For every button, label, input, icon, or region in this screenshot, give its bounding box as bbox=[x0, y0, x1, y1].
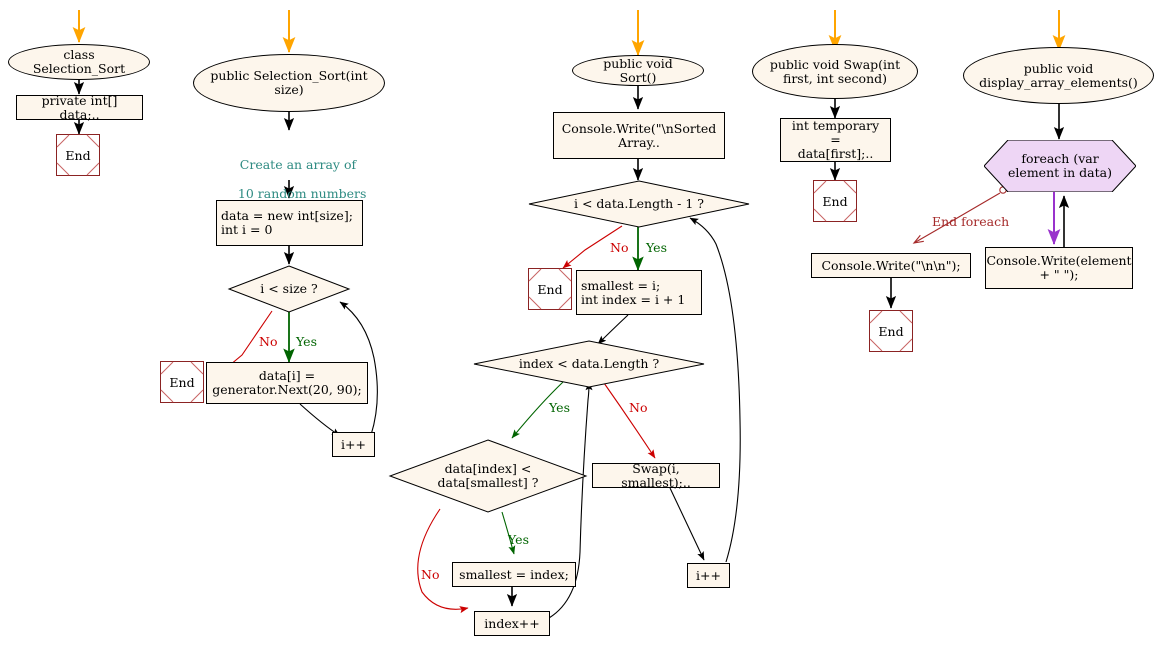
end-node-swap[interactable]: End bbox=[813, 180, 857, 222]
process-init-smallest-index[interactable]: smallest = i; int index = i + 1 bbox=[576, 270, 702, 315]
process-i-increment-sort-label: i++ bbox=[696, 567, 721, 583]
start-method-swap-line1: public void Swap(int bbox=[769, 56, 901, 72]
start-class-selection-sort[interactable]: class Selection_Sort bbox=[8, 44, 150, 80]
decision-compare-line1: data[index] < bbox=[444, 461, 532, 476]
process-console-write-newlines[interactable]: Console.Write("\n\n"); bbox=[811, 253, 971, 278]
process-init-line2: int i = 0 bbox=[221, 222, 273, 237]
process-init-smallest-line2: int index = i + 1 bbox=[581, 291, 686, 307]
process-i-increment-sort[interactable]: i++ bbox=[687, 563, 730, 588]
edge-label-no-outer-loop: No bbox=[610, 240, 629, 255]
loop-foreach-line1: foreach (var bbox=[1021, 151, 1099, 166]
decision-index-less-than-length[interactable]: index < data.Length ? bbox=[473, 340, 705, 388]
process-call-swap[interactable]: Swap(i, smallest);.. bbox=[592, 460, 720, 490]
process-index-increment[interactable]: index++ bbox=[474, 611, 550, 636]
decision-compare-label-wrap: data[index] < data[smallest] ? bbox=[390, 440, 586, 512]
start-class-selection-sort-label: class Selection_Sort bbox=[32, 47, 126, 76]
start-method-swap-line2: first, int second) bbox=[782, 70, 887, 86]
decision-index-less-than-length-label: index < data.Length ? bbox=[518, 356, 660, 371]
end-node-class-label: End bbox=[65, 147, 91, 163]
decision-i-less-than-size-label: i < size ? bbox=[260, 281, 318, 296]
process-index-increment-label: index++ bbox=[484, 615, 540, 631]
process-private-data-field-label: private int[] data;.. bbox=[41, 92, 118, 122]
edge-label-no-i-less-size: No bbox=[259, 334, 278, 349]
process-temp-assignment[interactable]: int temporary = data[first];.. bbox=[780, 118, 891, 162]
process-init-smallest-line1: smallest = i; bbox=[581, 277, 661, 293]
start-method-display-line1: public void bbox=[1023, 60, 1094, 76]
edge-label-yes-compare: Yes bbox=[508, 532, 529, 547]
flowchart-canvas: class Selection_Sort private int[] data;… bbox=[0, 0, 1156, 649]
process-generate-random-value[interactable]: data[i] = generator.Next(20, 90); bbox=[206, 362, 368, 404]
entry-arrows bbox=[72, 10, 1066, 56]
process-assign-smallest-index-label: smallest = index; bbox=[459, 566, 569, 582]
end-node-display-label: End bbox=[878, 323, 904, 339]
process-assign-smallest-index[interactable]: smallest = index; bbox=[452, 562, 576, 587]
start-constructor-line2: size) bbox=[274, 82, 304, 97]
process-temp-assignment-line2: data[first];.. bbox=[797, 146, 874, 161]
loop-foreach-label-wrap: foreach (var element in data) bbox=[984, 140, 1136, 192]
start-method-display-line2: display_array_elements() bbox=[979, 74, 1138, 90]
edge-label-no-inner-loop: No bbox=[629, 400, 648, 415]
process-console-write-sorted-line2: Array.. bbox=[618, 134, 660, 150]
start-constructor-selection-sort[interactable]: public Selection_Sort(int size) bbox=[193, 54, 385, 112]
end-node-sort[interactable]: End bbox=[528, 268, 572, 310]
loop-foreach-element-in-data[interactable]: foreach (var element in data) bbox=[984, 140, 1136, 192]
process-console-write-element[interactable]: Console.Write(element + " "); bbox=[985, 247, 1133, 289]
process-private-data-field[interactable]: private int[] data;.. bbox=[16, 92, 143, 122]
process-console-write-sorted-line1: Console.Write("\nSorted bbox=[561, 120, 717, 136]
decision-compare-line2: data[smallest] ? bbox=[437, 475, 539, 490]
process-console-write-element-line2: + " "); bbox=[1039, 267, 1079, 282]
end-node-constructor-label: End bbox=[169, 374, 195, 390]
end-node-swap-label: End bbox=[822, 193, 848, 209]
process-console-write-newlines-label: Console.Write("\n\n"); bbox=[821, 257, 961, 273]
loop-foreach-line2: element in data) bbox=[1008, 165, 1112, 180]
process-console-write-element-line1: Console.Write(element bbox=[986, 253, 1132, 268]
start-method-sort-label: public void Sort() bbox=[603, 55, 673, 85]
edge-label-no-compare: No bbox=[421, 567, 440, 582]
edge-label-yes-inner-loop: Yes bbox=[549, 400, 570, 415]
decision-compare-data-index-smallest[interactable]: data[index] < data[smallest] ? bbox=[388, 439, 588, 513]
process-generate-line2: generator.Next(20, 90); bbox=[212, 382, 362, 397]
process-i-increment-constructor-label: i++ bbox=[341, 436, 366, 452]
edge-label-yes-i-less-size: Yes bbox=[296, 334, 317, 349]
process-console-write-sorted-array[interactable]: Console.Write("\nSorted Array.. bbox=[553, 112, 725, 159]
end-node-sort-label: End bbox=[537, 281, 563, 297]
decision-i-less-than-length-minus-1-label: i < data.Length - 1 ? bbox=[574, 196, 704, 211]
edge-label-end-foreach: End foreach bbox=[932, 214, 1010, 229]
edge-layer bbox=[72, 10, 1070, 619]
start-constructor-line1: public Selection_Sort(int bbox=[210, 68, 368, 83]
process-generate-line1: data[i] = bbox=[258, 368, 316, 383]
end-node-class[interactable]: End bbox=[56, 134, 100, 176]
end-node-constructor[interactable]: End bbox=[160, 361, 204, 403]
comment-create-array-line1: Create an array of bbox=[239, 157, 357, 173]
process-i-increment-constructor[interactable]: i++ bbox=[332, 432, 375, 457]
process-init-data-array[interactable]: data = new int[size]; int i = 0 bbox=[216, 200, 363, 246]
comment-create-array-line2: 10 random numbers bbox=[237, 186, 367, 202]
start-method-display-array-elements[interactable]: public void display_array_elements() bbox=[963, 47, 1154, 104]
process-temp-assignment-line1: int temporary = bbox=[791, 118, 880, 147]
start-method-swap[interactable]: public void Swap(int first, int second) bbox=[752, 44, 918, 99]
end-node-display[interactable]: End bbox=[869, 310, 913, 352]
decision-i-less-than-length-minus-1[interactable]: i < data.Length - 1 ? bbox=[528, 180, 750, 228]
decision-i-less-than-size[interactable]: i < size ? bbox=[227, 265, 351, 313]
process-call-swap-label: Swap(i, smallest);.. bbox=[621, 460, 691, 490]
start-method-sort[interactable]: public void Sort() bbox=[572, 55, 704, 86]
edge-label-yes-outer-loop: Yes bbox=[646, 240, 667, 255]
process-init-line1: data = new int[size]; bbox=[221, 208, 353, 223]
